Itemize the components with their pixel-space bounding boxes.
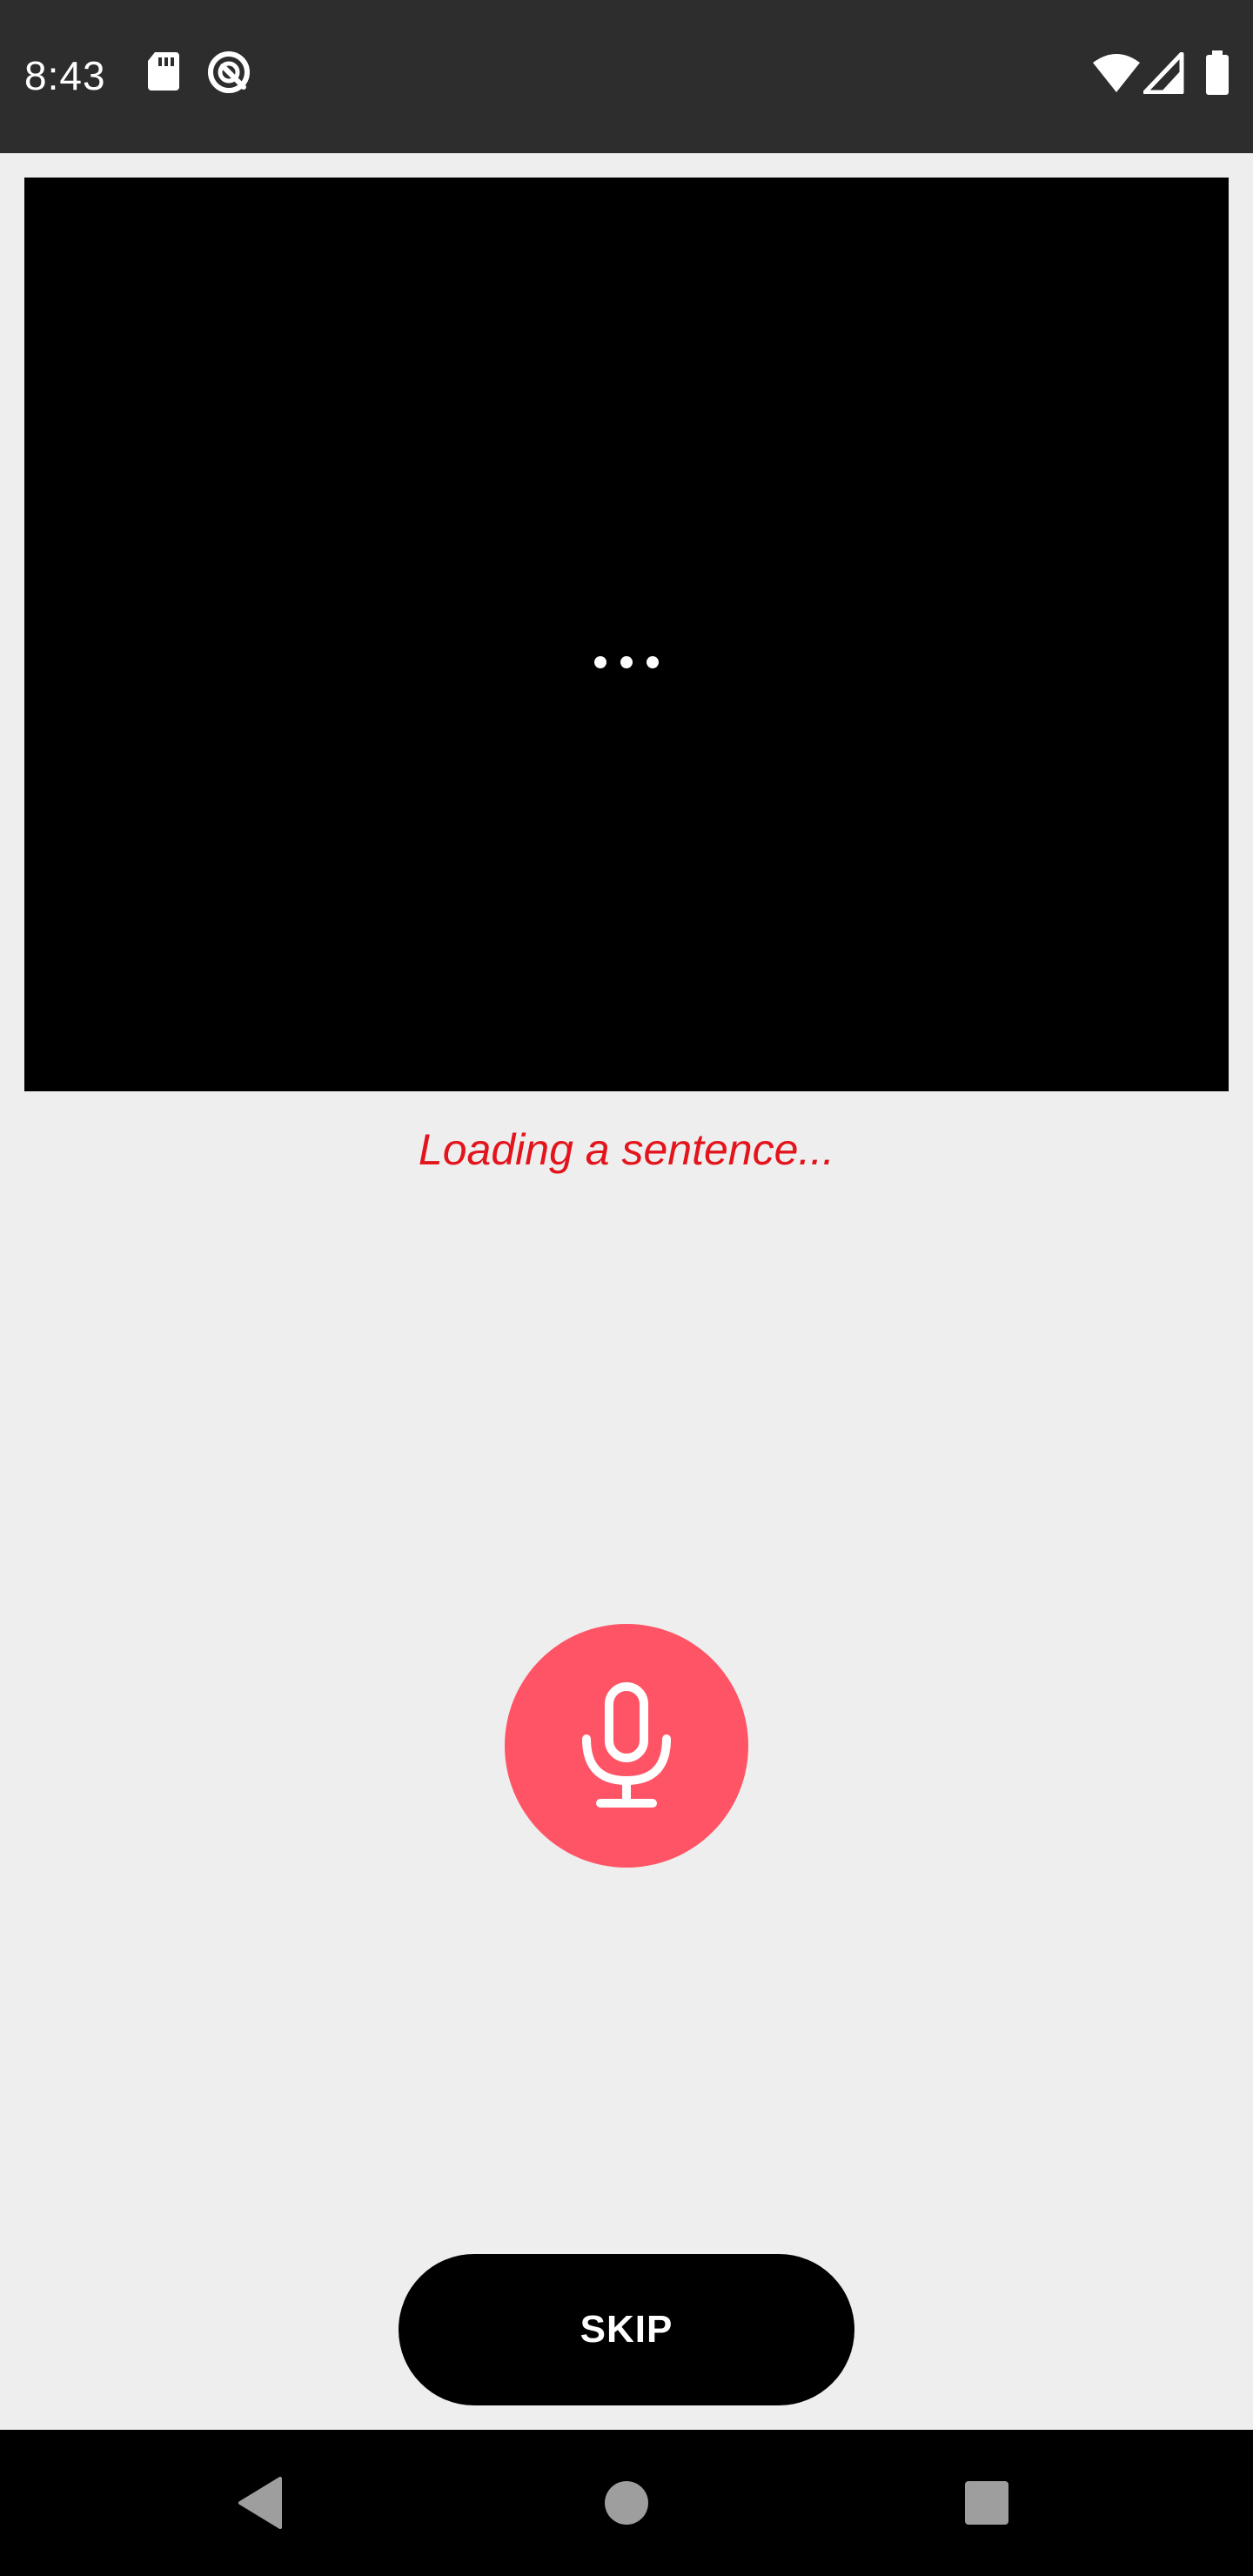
record-button[interactable] — [505, 1624, 748, 1868]
navigation-bar — [0, 2430, 1253, 2576]
data-saver-icon — [205, 49, 252, 100]
recents-icon — [965, 2481, 1008, 2525]
app-screen: 8:43 Loading a sentence... SKIP — [0, 0, 1253, 2576]
recents-button[interactable] — [900, 2430, 1074, 2576]
sentence-text: Loading a sentence... — [418, 1125, 835, 1174]
sd-card-icon — [146, 50, 181, 97]
more-horizontal-icon — [24, 656, 1229, 674]
home-icon — [605, 2481, 648, 2525]
status-bar: 8:43 — [0, 0, 1253, 153]
back-icon — [238, 2477, 282, 2529]
signal-icon — [1142, 51, 1185, 98]
skip-button[interactable]: SKIP — [399, 2254, 854, 2405]
back-button[interactable] — [174, 2430, 348, 2576]
status-time: 8:43 — [24, 53, 106, 98]
wifi-icon — [1091, 52, 1142, 98]
microphone-icon — [582, 1682, 671, 1808]
video-player[interactable] — [24, 178, 1229, 1091]
home-button[interactable] — [539, 2430, 714, 2576]
battery-icon — [1204, 50, 1230, 100]
